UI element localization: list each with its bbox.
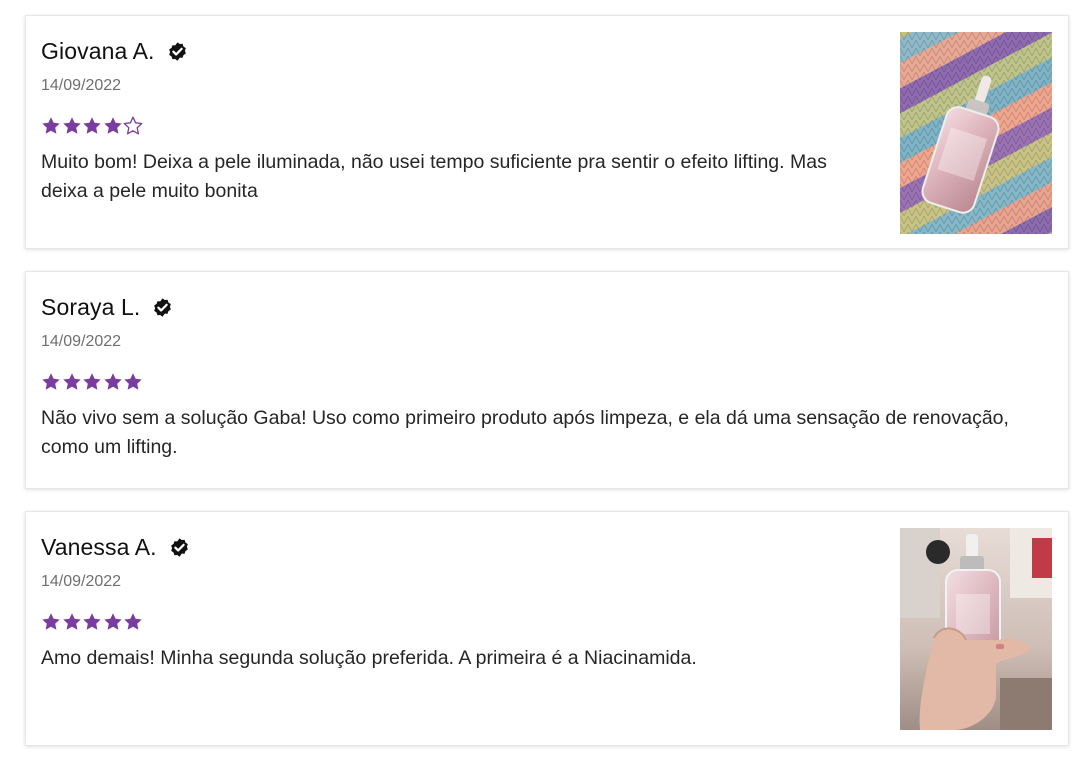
review-date: 14/09/2022 [41, 77, 122, 94]
reviewer-name: Vanessa A. [41, 533, 157, 560]
star-filled-icon [41, 372, 62, 392]
verified-check-icon [169, 537, 190, 558]
star-rating [41, 612, 868, 632]
star-filled-icon [123, 612, 144, 632]
reviewer-row: Vanessa A. [41, 532, 868, 562]
review-card: Giovana A. 14/09/2022 Muito bom! Deixa a… [25, 15, 1069, 249]
review-text: Não vivo sem a solução Gaba! Uso como pr… [41, 407, 1009, 458]
reviewer-name: Soraya L. [41, 293, 141, 320]
star-filled-icon [62, 372, 83, 392]
reviewer-row: Soraya L. [41, 292, 1028, 322]
reviewer-row: Giovana A. [41, 36, 868, 66]
review-date: 14/09/2022 [41, 333, 122, 350]
review-card: Soraya L. 14/09/2022 Não vivo sem a solu… [25, 271, 1069, 489]
review-photo[interactable] [900, 32, 1052, 234]
reviewer-name: Giovana A. [41, 37, 155, 64]
star-filled-icon [41, 612, 62, 632]
star-filled-icon [82, 612, 103, 632]
star-filled-icon [41, 116, 62, 136]
star-filled-icon [123, 372, 144, 392]
star-rating [41, 372, 1028, 392]
star-empty-icon [123, 116, 144, 136]
verified-check-icon [152, 297, 173, 318]
star-filled-icon [82, 116, 103, 136]
review-text: Muito bom! Deixa a pele iluminada, não u… [41, 151, 827, 202]
review-photo[interactable] [900, 528, 1052, 730]
star-filled-icon [62, 612, 83, 632]
star-filled-icon [103, 116, 124, 136]
review-text: Amo demais! Minha segunda solução prefer… [41, 647, 697, 669]
star-filled-icon [103, 372, 124, 392]
review-content: Vanessa A. 14/09/2022 Amo demais! Minha … [41, 532, 868, 673]
review-card: Vanessa A. 14/09/2022 Amo demais! Minha … [25, 511, 1069, 746]
star-filled-icon [103, 612, 124, 632]
star-rating [41, 116, 868, 136]
review-content: Giovana A. 14/09/2022 Muito bom! Deixa a… [41, 36, 868, 206]
review-content: Soraya L. 14/09/2022 Não vivo sem a solu… [41, 292, 1028, 462]
verified-check-icon [167, 41, 188, 62]
star-filled-icon [62, 116, 83, 136]
star-filled-icon [82, 372, 103, 392]
review-date: 14/09/2022 [41, 573, 122, 590]
